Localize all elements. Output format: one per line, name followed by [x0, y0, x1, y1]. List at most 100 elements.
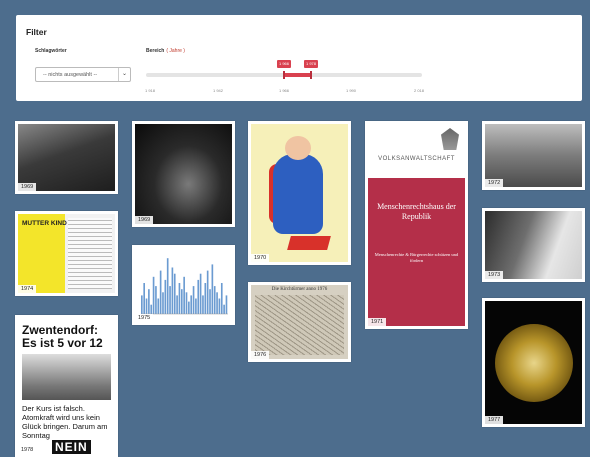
- book-title: Menschenrechtshaus der Republik: [377, 202, 456, 221]
- keywords-select-value: -- nichts ausgewählt --: [43, 72, 98, 78]
- filter-panel: Filter Schlagwörter Bereich( Jahre ) -- …: [16, 15, 582, 101]
- gallery-card[interactable]: Zwentendorf: Es ist 5 vor 12 Der Kurs is…: [15, 315, 118, 457]
- gallery-card[interactable]: 1969: [132, 121, 235, 227]
- chart-bar: [202, 295, 204, 314]
- chart-bar: [180, 289, 183, 314]
- year-label: 1969: [135, 216, 154, 224]
- chart-bar: [152, 276, 155, 314]
- image-icon: Die Kirchtürmer anno 1976 1976: [251, 285, 348, 359]
- poster-nein: NEIN: [52, 440, 91, 454]
- chart-bar: [188, 301, 190, 314]
- image-icon: 1973: [485, 211, 582, 279]
- image-icon: 1970: [251, 124, 348, 262]
- poster-body: Der Kurs ist falsch. Atomkraft wird uns …: [22, 404, 108, 440]
- range-tick: 1 918: [144, 88, 156, 93]
- image-icon: VOLKSANWALTSCHAFT Menschenrechtshaus der…: [368, 124, 465, 326]
- chart-bar: [206, 270, 209, 314]
- gallery-card[interactable]: Die Kirchtürmer anno 1976 1976: [248, 282, 351, 362]
- map-artwork: [255, 295, 344, 355]
- range-tick: 1 990: [345, 88, 357, 93]
- map-title: Die Kirchtürmer anno 1976: [271, 287, 328, 292]
- chart-bar: [192, 286, 195, 314]
- book-brand: VOLKSANWALTSCHAFT: [378, 156, 455, 162]
- year-range-slider[interactable]: 1 966 1 978: [146, 60, 422, 79]
- range-tick: 1 966: [278, 88, 290, 93]
- chart-bar: [220, 283, 223, 314]
- chart-bar: [197, 279, 200, 314]
- range-handle-to[interactable]: [310, 71, 312, 79]
- image-icon: 1969: [18, 124, 115, 191]
- chart-bar: [166, 258, 169, 314]
- year-label: 1970: [251, 254, 270, 262]
- year-label: 1972: [485, 179, 504, 187]
- range-tick: 1 942: [212, 88, 224, 93]
- chart-bar: [173, 273, 176, 314]
- superman-head: [285, 136, 311, 160]
- image-icon: 1972: [485, 124, 582, 187]
- chevron-down-icon[interactable]: ⌄: [118, 68, 130, 81]
- gallery-card[interactable]: 1972: [482, 121, 585, 190]
- chart-bar: [213, 286, 216, 314]
- gallery-card[interactable]: MUTTER KIND PASS 1974: [15, 211, 118, 296]
- image-icon: 1977: [485, 301, 582, 424]
- poster-headline: Zwentendorf: Es ist 5 vor 12: [22, 323, 103, 350]
- coat-of-arms-icon: [441, 128, 459, 150]
- range-label-text: Bereich: [146, 48, 165, 54]
- superman-figure: [273, 154, 323, 234]
- chart-bar: [141, 295, 143, 314]
- year-range-selection: [284, 73, 311, 77]
- chart-bar: [199, 273, 202, 314]
- gallery-card[interactable]: 1977: [482, 298, 585, 427]
- year-label: 1974: [18, 285, 37, 293]
- chart-bar: [204, 283, 207, 314]
- chart-bar: [162, 292, 164, 314]
- chart-bar: [159, 270, 162, 314]
- keywords-select[interactable]: -- nichts ausgewählt -- ⌄: [35, 67, 131, 82]
- chart-bar: [150, 304, 153, 314]
- year-label: 1971: [368, 318, 387, 326]
- range-label: Bereich( Jahre ): [146, 48, 185, 54]
- chart-bar: [145, 298, 148, 314]
- chart-bar: [183, 276, 185, 314]
- year-label: 1976: [251, 351, 270, 359]
- chart-bar: [143, 283, 145, 314]
- range-from-badge: 1 966: [276, 60, 292, 68]
- chart-bar: [148, 289, 150, 314]
- chart-bar: [169, 286, 171, 314]
- range-to-badge: 1 978: [303, 60, 319, 68]
- gallery-card[interactable]: 1969: [15, 121, 118, 194]
- year-label: 1977: [485, 416, 504, 424]
- chart-bar: [216, 292, 218, 314]
- gallery-card[interactable]: VOLKSANWALTSCHAFT Menschenrechtshaus der…: [365, 121, 468, 329]
- year-label: 1973: [485, 271, 504, 279]
- golden-record: [494, 323, 573, 402]
- superman-logo: [287, 236, 331, 250]
- gallery-card[interactable]: 1970: [248, 121, 351, 265]
- poster-illustration: [22, 354, 111, 400]
- chart-bar: [157, 298, 160, 314]
- gallery-card[interactable]: 1973: [482, 208, 585, 282]
- document-table: [68, 218, 112, 289]
- chart-bar: [155, 286, 157, 314]
- year-label: 1978: [18, 446, 37, 454]
- year-label: 1969: [18, 183, 37, 191]
- chart-bar: [211, 264, 214, 314]
- image-icon: MUTTER KIND PASS 1974: [18, 214, 115, 293]
- range-unit: ( Jahre ): [166, 48, 185, 54]
- range-handle-from[interactable]: [283, 71, 285, 79]
- chart-bar: [190, 295, 193, 314]
- image-icon: 1969: [135, 124, 232, 224]
- chart-icon: 1975: [135, 248, 232, 322]
- filter-title: Filter: [26, 27, 47, 37]
- chart-bar: [176, 295, 178, 314]
- book-subtitle: Menschenrechte & Bürgerrechte schützen u…: [374, 252, 459, 263]
- gallery-card[interactable]: 1975: [132, 245, 235, 325]
- image-icon: Zwentendorf: Es ist 5 vor 12 Der Kurs is…: [18, 318, 115, 454]
- chart-bar: [218, 298, 221, 314]
- chart-bar: [223, 304, 225, 314]
- chart-bar: [209, 289, 211, 314]
- chart-bar: [195, 298, 197, 314]
- range-tick: 2 018: [413, 88, 425, 93]
- chart-bar: [225, 295, 228, 314]
- bar-chart: [141, 258, 228, 315]
